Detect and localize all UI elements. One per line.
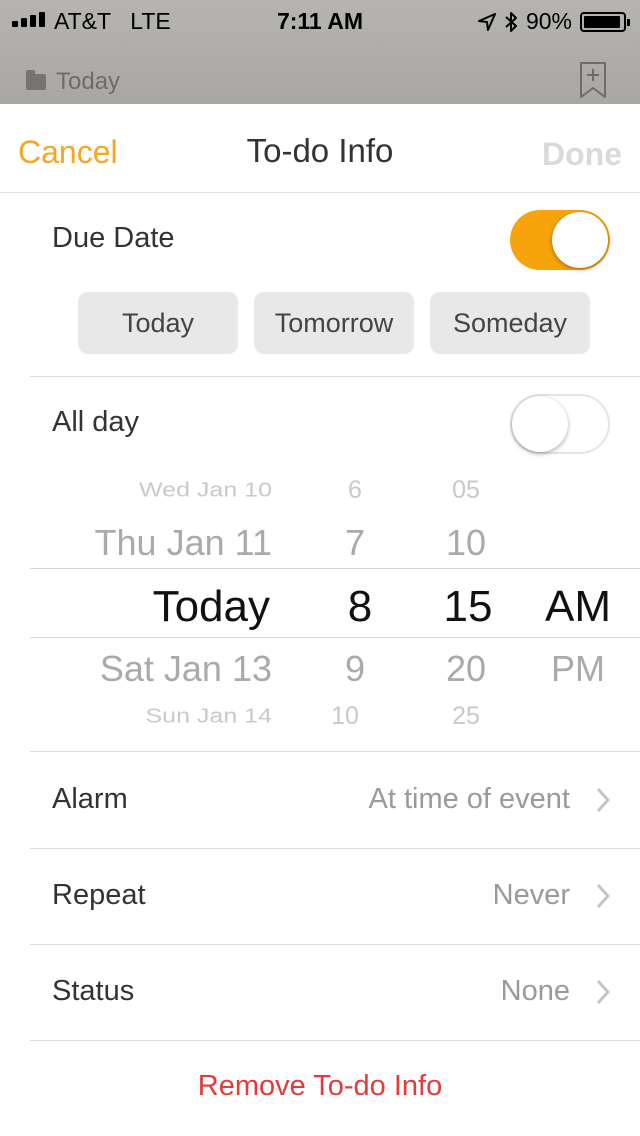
picker-hour-option[interactable]: 6 (348, 476, 362, 505)
bluetooth-icon (505, 11, 517, 32)
chevron-right-icon (596, 979, 610, 1005)
picker-selection-top-line (30, 568, 640, 569)
folder-icon (26, 70, 46, 90)
toggle-knob (512, 396, 568, 452)
status-row[interactable]: Status None (0, 944, 640, 1040)
picker-selection-bottom-line (30, 637, 640, 638)
picker-ampm-selected[interactable]: AM (545, 582, 611, 632)
picker-date-selected[interactable]: Today (153, 582, 270, 632)
picker-minute-option[interactable]: 20 (446, 648, 486, 690)
repeat-label: Repeat (52, 879, 146, 911)
toggle-knob (552, 212, 608, 268)
picker-hour-option[interactable]: 7 (345, 522, 365, 564)
status-value: None (500, 975, 570, 1007)
chevron-right-icon (596, 883, 610, 909)
repeat-row[interactable]: Repeat Never (0, 848, 640, 944)
date-time-picker[interactable]: Wed Jan 10 Thu Jan 11 Today Sat Jan 13 S… (0, 474, 640, 734)
picker-ampm-option[interactable]: PM (551, 648, 605, 690)
picker-date-option[interactable]: Sun Jan 14 (146, 705, 273, 728)
picker-minute-selected[interactable]: 15 (444, 582, 493, 632)
divider (30, 376, 640, 377)
alarm-value: At time of event (368, 783, 571, 815)
done-button[interactable]: Done (542, 136, 622, 173)
repeat-value: Never (492, 879, 570, 911)
status-label: Status (52, 975, 135, 1007)
status-bar: AT&T LTE 7:11 AM 90% (0, 0, 640, 40)
cancel-button[interactable]: Cancel (18, 134, 118, 171)
picker-date-option[interactable]: Thu Jan 11 (95, 522, 272, 564)
quick-date-buttons: Today Tomorrow Someday (78, 292, 590, 354)
folder-label: Today (56, 68, 121, 95)
status-right-group: 90% (477, 8, 630, 35)
today-button[interactable]: Today (78, 292, 238, 354)
navigation-bar: Cancel To-do Info Done (0, 104, 640, 193)
background-app-header: AT&T LTE 7:11 AM 90% Today (0, 0, 640, 104)
all-day-label: All day (52, 406, 140, 438)
due-date-label: Due Date (52, 222, 175, 254)
picker-date-option[interactable]: Sat Jan 13 (100, 648, 272, 690)
battery-icon (580, 11, 630, 32)
location-arrow-icon (477, 12, 496, 31)
chevron-right-icon (596, 787, 610, 813)
due-date-toggle[interactable] (510, 210, 610, 270)
battery-percent: 90% (525, 8, 572, 34)
someday-button[interactable]: Someday (430, 292, 590, 354)
picker-minute-option[interactable]: 10 (446, 522, 486, 564)
picker-hour-option[interactable]: 9 (345, 648, 365, 690)
picker-minute-option[interactable]: 05 (452, 476, 480, 505)
picker-hour-option[interactable]: 10 (331, 702, 359, 731)
picker-date-option[interactable]: Wed Jan 10 (139, 479, 272, 502)
picker-minute-option[interactable]: 25 (452, 702, 480, 731)
divider (30, 1040, 640, 1041)
tomorrow-button[interactable]: Tomorrow (254, 292, 414, 354)
alarm-label: Alarm (52, 783, 128, 815)
background-folder-breadcrumb[interactable]: Today (26, 68, 120, 96)
todo-info-sheet: Cancel To-do Info Done Due Date Today To… (0, 104, 640, 1136)
all-day-toggle[interactable] (510, 394, 610, 454)
picker-hour-selected[interactable]: 8 (348, 582, 372, 632)
bookmark-add-icon[interactable] (580, 62, 606, 98)
remove-todo-info-button[interactable]: Remove To-do Info (0, 1070, 640, 1103)
alarm-row[interactable]: Alarm At time of event (0, 752, 640, 848)
